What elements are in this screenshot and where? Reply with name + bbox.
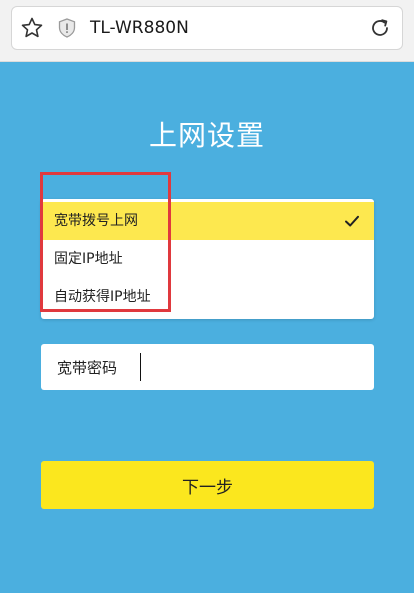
option-label: 宽带拨号上网	[54, 213, 138, 229]
option-label: 自动获得IP地址	[54, 289, 151, 305]
check-icon	[345, 215, 359, 227]
page-title: 上网设置	[148, 119, 265, 152]
address-bar[interactable]: TL-WR880N	[11, 6, 403, 50]
password-input[interactable]	[137, 352, 362, 382]
option-dhcp[interactable]: 自动获得IP地址	[41, 278, 374, 316]
broadband-password-field[interactable]: 宽带密码	[41, 344, 374, 390]
url-text[interactable]: TL-WR880N	[90, 18, 189, 38]
shield-icon[interactable]	[56, 17, 78, 39]
option-pppoe[interactable]: 宽带拨号上网	[41, 202, 374, 240]
setup-panel: 上网设置 宽带拨号上网 固定IP地址 自动获得IP地址 宽带密码 下一步	[0, 62, 414, 593]
reload-icon[interactable]	[368, 16, 392, 40]
text-cursor	[140, 353, 141, 381]
option-label: 固定IP地址	[54, 251, 123, 267]
password-label: 宽带密码	[57, 359, 118, 377]
next-button[interactable]: 下一步	[41, 461, 374, 509]
connection-type-dropdown[interactable]: 宽带拨号上网 固定IP地址 自动获得IP地址	[41, 199, 374, 319]
browser-toolbar: TL-WR880N	[0, 0, 414, 62]
star-icon[interactable]	[20, 16, 44, 40]
option-static-ip[interactable]: 固定IP地址	[41, 240, 374, 278]
